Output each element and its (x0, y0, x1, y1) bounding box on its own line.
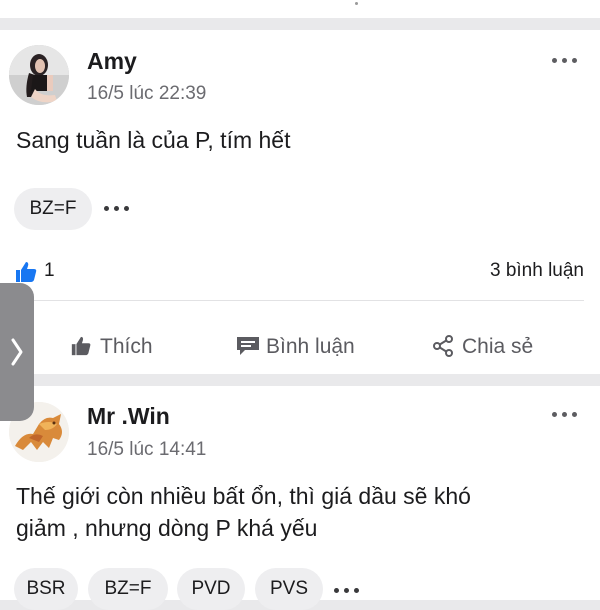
post-content: Sang tuần là của P, tím hết (16, 127, 291, 153)
post-content-line: giảm , nhưng dòng P khá yếu (16, 515, 318, 541)
author-name[interactable]: Mr .Win (87, 403, 170, 430)
more-options-icon[interactable] (552, 58, 578, 66)
post-content: Thế giới còn nhiều bất ổn, thì giá dầu s… (16, 480, 576, 544)
post-card: Amy 16/5 lúc 22:39 Sang tuần là của P, t… (0, 30, 600, 374)
post-timestamp[interactable]: 16/5 lúc 14:41 (87, 439, 206, 461)
more-options-icon[interactable] (552, 412, 578, 420)
share-label: Chia sẻ (462, 335, 534, 358)
ticker-tag[interactable]: PVD (177, 568, 245, 610)
more-tags-icon[interactable] (104, 206, 132, 212)
avatar-photo (9, 45, 69, 105)
author-name[interactable]: Amy (87, 48, 137, 75)
ticker-tag[interactable]: BZ=F (14, 188, 92, 230)
ticker-tag[interactable]: BSR (14, 568, 78, 610)
previous-post-edge (0, 0, 600, 18)
like-count[interactable]: 1 (44, 260, 55, 282)
post-card: Mr .Win 16/5 lúc 14:41 Thế giới còn nhiề… (0, 386, 600, 610)
comment-icon (237, 337, 259, 355)
side-drawer-handle[interactable] (0, 283, 34, 421)
chevron-right-icon (11, 338, 23, 366)
scroll-indicator (355, 2, 358, 5)
ticker-tag[interactable]: BZ=F (88, 568, 168, 610)
comment-label: Bình luận (266, 335, 355, 358)
avatar[interactable] (9, 45, 69, 105)
post-content-line: Thế giới còn nhiều bất ổn, thì giá dầu s… (16, 483, 471, 509)
comment-count[interactable]: 3 bình luận (490, 260, 584, 282)
like-label: Thích (100, 335, 153, 358)
ticker-tag[interactable]: PVS (255, 568, 323, 610)
post-timestamp[interactable]: 16/5 lúc 22:39 (87, 83, 206, 105)
thumbs-up-icon (71, 336, 91, 356)
share-icon (433, 335, 453, 357)
divider (16, 300, 584, 301)
more-tags-icon[interactable] (334, 588, 362, 594)
